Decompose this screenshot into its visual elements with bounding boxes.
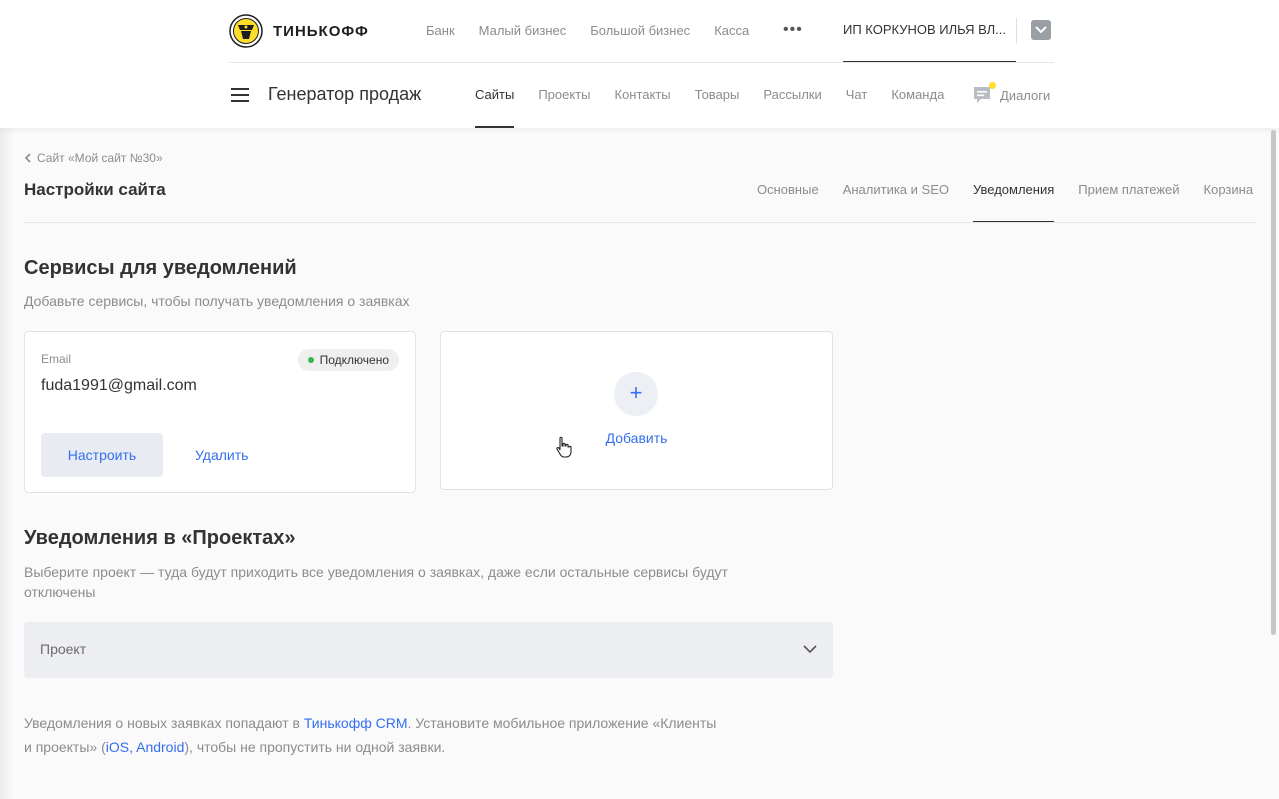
email-value: fuda1991@gmail.com bbox=[41, 377, 197, 394]
tabs-divider bbox=[24, 222, 1257, 223]
projects-section-title: Уведомления в «Проектах» bbox=[24, 527, 296, 549]
header-divider bbox=[1016, 18, 1017, 44]
global-nav-item-big-business[interactable]: Большой бизнес bbox=[590, 22, 690, 40]
add-service-card[interactable]: + Добавить bbox=[440, 331, 833, 490]
top-header: ТИНЬКОФФ Банк Малый бизнес Большой бизне… bbox=[0, 0, 1279, 128]
dialogs-link[interactable]: Диалоги bbox=[972, 82, 1051, 106]
hand-cursor-icon bbox=[556, 436, 572, 458]
tinkoff-crm-link[interactable]: Тинькофф CRM bbox=[304, 715, 408, 731]
product-nav-item-mailings[interactable]: Рассылки bbox=[763, 62, 821, 128]
tab-analytics-seo[interactable]: Аналитика и SEO bbox=[843, 160, 949, 223]
product-nav: Сайты Проекты Контакты Товары Рассылки Ч… bbox=[475, 62, 968, 128]
global-nav: Банк Малый бизнес Большой бизнес Касса bbox=[426, 22, 773, 40]
chevron-down-icon bbox=[1035, 26, 1047, 34]
product-nav-item-team[interactable]: Команда bbox=[891, 62, 944, 128]
more-dots-icon[interactable]: ••• bbox=[783, 21, 803, 39]
dialogs-label: Диалоги bbox=[1000, 87, 1051, 103]
tab-payments[interactable]: Прием платежей bbox=[1078, 160, 1179, 223]
info-text-part-3: и проекты» ( bbox=[24, 739, 106, 755]
ios-link[interactable]: iOS bbox=[106, 739, 129, 755]
burger-menu-icon[interactable] bbox=[231, 88, 249, 102]
tinkoff-emblem-icon bbox=[229, 14, 263, 48]
page-title: Настройки сайта bbox=[24, 180, 166, 199]
breadcrumb-label: Сайт «Мой сайт №30» bbox=[37, 151, 163, 165]
status-badge-label: Подключено bbox=[319, 353, 389, 367]
tab-cart[interactable]: Корзина bbox=[1204, 160, 1254, 223]
product-nav-item-contacts[interactable]: Контакты bbox=[615, 62, 671, 128]
add-service-label: Добавить bbox=[605, 430, 668, 446]
configure-button[interactable]: Настроить bbox=[41, 433, 163, 477]
status-badge: Подключено bbox=[297, 349, 399, 371]
project-select-placeholder: Проект bbox=[40, 641, 87, 657]
tab-general[interactable]: Основные bbox=[757, 160, 819, 223]
account-name: ИП КОРКУНОВ ИЛЬЯ ВЛ... bbox=[843, 22, 1006, 37]
project-select[interactable]: Проект bbox=[24, 622, 833, 678]
android-link[interactable]: Android bbox=[136, 739, 184, 755]
brand-name: ТИНЬКОФФ bbox=[273, 22, 369, 40]
notification-dot bbox=[989, 82, 996, 89]
info-text-part-2: . Установите мобильное приложение «Клиен… bbox=[407, 715, 717, 731]
tab-notifications[interactable]: Уведомления bbox=[972, 160, 1055, 223]
breadcrumb[interactable]: Сайт «Мой сайт №30» bbox=[24, 151, 163, 165]
account-switcher[interactable]: ИП КОРКУНОВ ИЛЬЯ ВЛ... bbox=[843, 0, 1016, 63]
info-text-part-1: Уведомления о новых заявках попадают в bbox=[24, 715, 304, 731]
global-nav-item-bank[interactable]: Банк bbox=[426, 22, 455, 40]
dialogs-chat-icon bbox=[972, 82, 996, 106]
brand-logo[interactable]: ТИНЬКОФФ bbox=[229, 14, 369, 48]
plus-icon: + bbox=[614, 372, 658, 416]
global-nav-item-kassa[interactable]: Касса bbox=[714, 22, 749, 40]
product-title: Генератор продаж bbox=[268, 84, 422, 104]
product-nav-item-chat[interactable]: Чат bbox=[846, 62, 868, 128]
chevron-down-icon bbox=[803, 645, 817, 654]
projects-subtitle-line-2: отключены bbox=[24, 584, 96, 600]
crm-info-text: Уведомления о новых заявках попадают в Т… bbox=[24, 711, 784, 759]
services-section-title: Сервисы для уведомлений bbox=[24, 257, 297, 279]
product-nav-item-goods[interactable]: Товары bbox=[695, 62, 740, 128]
status-dot-icon bbox=[307, 357, 314, 363]
product-nav-item-sites[interactable]: Сайты bbox=[475, 62, 515, 128]
product-nav-item-projects[interactable]: Проекты bbox=[538, 62, 590, 128]
delete-button[interactable]: Удалить bbox=[195, 433, 248, 477]
email-service-card: Email Подключено fuda1991@gmail.com Наст… bbox=[24, 331, 416, 493]
account-dropdown-button[interactable] bbox=[1031, 20, 1051, 40]
email-service-label: Email bbox=[41, 352, 72, 366]
projects-subtitle-line-1: Выберите проект — туда будут приходить в… bbox=[24, 564, 728, 580]
info-text-part-4: ), чтобы не пропустить ни одной заявки. bbox=[184, 739, 446, 755]
global-nav-item-small-business[interactable]: Малый бизнес bbox=[479, 22, 567, 40]
services-section-subtitle: Добавьте сервисы, чтобы получать уведомл… bbox=[24, 293, 410, 309]
settings-tabs: Основные Аналитика и SEO Уведомления При… bbox=[757, 160, 1277, 223]
chevron-left-icon bbox=[24, 153, 31, 163]
